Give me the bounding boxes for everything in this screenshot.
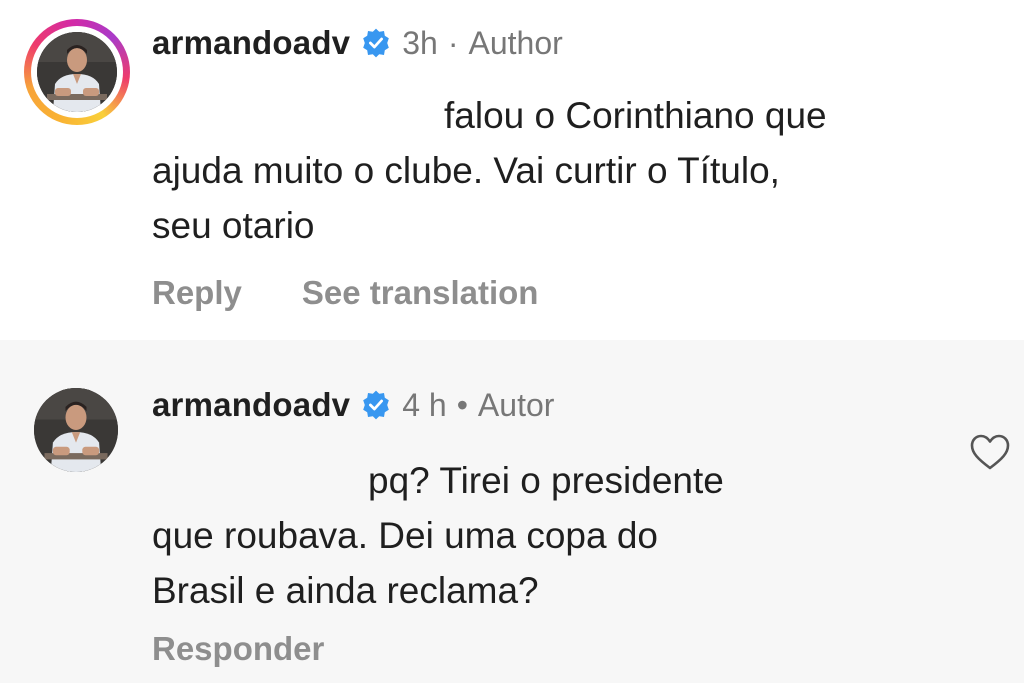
avatar-wrapper — [34, 388, 118, 472]
comment-text: pq? Tirei o presidente que roubava. Dei … — [152, 453, 1012, 618]
username[interactable]: armandoadv — [152, 386, 350, 424]
meta-separator: • — [456, 386, 468, 423]
comment-text-line: Brasil e ainda reclama? — [152, 570, 539, 611]
meta-separator: · — [447, 24, 459, 61]
comment-text-line: ajuda muito o clube. Vai curtir o Título… — [152, 150, 780, 191]
comment-actions: Reply See translation — [152, 274, 598, 312]
comment-time: 4 h — [402, 386, 447, 423]
comment-text-line: que roubava. Dei uma copa do — [152, 515, 659, 556]
reply-button[interactable]: Reply — [152, 274, 242, 312]
comment-text-line: seu otario — [152, 205, 315, 246]
reply-button[interactable]: Responder — [152, 630, 324, 668]
comment-header: armandoadv 4 h • Autor — [152, 386, 554, 424]
avatar[interactable] — [34, 388, 118, 472]
profile-photo-icon — [34, 388, 118, 472]
see-translation-button[interactable]: See translation — [302, 274, 539, 312]
comment-text-line: falou o Corinthiano que — [444, 95, 827, 136]
profile-photo-icon — [37, 32, 117, 112]
comment-item: armandoadv 3h · Author falou o Corinthia… — [0, 0, 1024, 340]
username[interactable]: armandoadv — [152, 24, 350, 62]
comment-time: 3h — [402, 24, 438, 61]
comment-header: armandoadv 3h · Author — [152, 24, 563, 62]
story-ring[interactable] — [24, 19, 130, 125]
author-label: Autor — [477, 386, 555, 423]
verified-badge-icon — [363, 28, 390, 58]
comment-text: falou o Corinthiano que ajuda muito o cl… — [152, 88, 1012, 253]
avatar[interactable] — [37, 32, 117, 112]
verified-badge-icon — [363, 390, 390, 420]
comment-actions: Responder — [152, 630, 384, 668]
comment-text-line: pq? Tirei o presidente — [368, 460, 724, 501]
author-label: Author — [468, 24, 563, 61]
